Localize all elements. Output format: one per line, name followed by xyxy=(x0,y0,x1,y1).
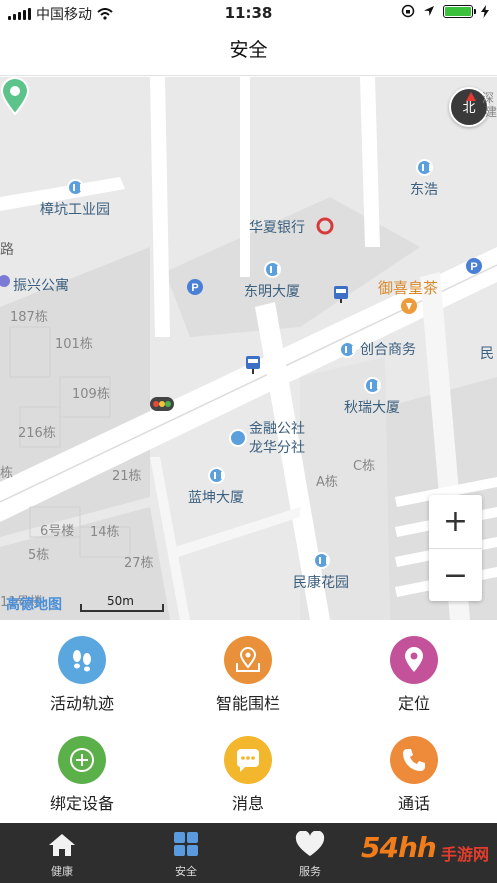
building-icon xyxy=(415,159,433,176)
watermark-sub: 手游网 xyxy=(440,845,489,864)
bank-icon xyxy=(316,217,334,235)
poi-qiurui-building[interactable]: 秋瑞大厦 xyxy=(344,377,400,417)
map-label-finance-2: 龙华分社 xyxy=(249,440,305,456)
poi-minkang-garden[interactable]: 民康花园 xyxy=(293,552,349,592)
bind-device-button[interactable]: 绑定设备 xyxy=(12,736,152,814)
tab-safety[interactable]: 安全 xyxy=(141,823,231,883)
location-pin-icon xyxy=(390,636,438,684)
feature-label: 通话 xyxy=(397,794,430,813)
building-icon xyxy=(229,429,247,447)
orientation-lock-icon xyxy=(401,4,415,18)
building-icon xyxy=(312,552,330,569)
tab-label: 服务 xyxy=(299,865,321,878)
zoom-in-button[interactable]: + xyxy=(429,495,482,548)
map-label-5: 5栋 xyxy=(28,548,50,563)
building-icon xyxy=(263,261,281,278)
tab-label: 安全 xyxy=(175,865,197,878)
tab-label: 健康 xyxy=(51,865,73,878)
page-title: 安全 xyxy=(229,39,268,61)
call-button[interactable]: 通话 xyxy=(344,736,484,814)
footprints-icon xyxy=(58,636,106,684)
svg-text:P: P xyxy=(470,261,477,273)
grid-icon xyxy=(141,823,231,857)
battery-icon xyxy=(443,4,476,18)
map-label-21: 21栋 xyxy=(112,469,142,484)
map-label-187: 187栋 xyxy=(10,310,48,325)
feature-label: 绑定设备 xyxy=(49,794,114,813)
map-logo: 高德地图 xyxy=(6,597,62,613)
poi-zhangkeng-industrial-park[interactable]: 樟坑工业园 xyxy=(40,179,110,219)
traffic-light-icon xyxy=(150,397,174,411)
poi-lankun-building[interactable]: 蓝坤大厦 xyxy=(188,467,244,507)
map-label-road: 路 xyxy=(0,242,14,258)
chat-bubble-icon xyxy=(224,736,272,784)
map-label-27: 27栋 xyxy=(124,556,154,571)
poi-chuanghe-business[interactable]: 创合商务 xyxy=(339,339,416,359)
phone-icon xyxy=(390,736,438,784)
location-arrow-icon xyxy=(424,6,434,16)
map-label-6: 6号楼 xyxy=(40,524,75,539)
scale-label: 50m xyxy=(107,594,134,608)
poi-dongming-building[interactable]: 东明大厦 xyxy=(244,261,300,301)
zoom-out-button[interactable]: − xyxy=(429,548,482,601)
zoom-controls: + − xyxy=(429,495,482,601)
watermark-text: 54hh xyxy=(361,831,437,864)
building-icon xyxy=(339,340,356,358)
feature-label: 消息 xyxy=(231,794,264,813)
status-right xyxy=(401,4,489,18)
tab-service[interactable]: 服务 xyxy=(265,823,355,883)
device-location-marker[interactable] xyxy=(0,77,30,115)
tea-shop-icon xyxy=(401,298,417,314)
map-label-109: 109栋 xyxy=(72,387,110,402)
feature-label: 智能围栏 xyxy=(215,694,280,713)
map-label-min: 民 xyxy=(480,346,494,362)
nav-header: 安全 xyxy=(0,26,497,76)
building-icon xyxy=(66,179,84,196)
map-label-a: A栋 xyxy=(316,475,338,490)
plus-circle-icon xyxy=(58,736,106,784)
map-label-14: 14栋 xyxy=(90,525,120,540)
charging-icon xyxy=(481,4,489,18)
parking-icon: P xyxy=(187,279,203,295)
map-label-101: 101栋 xyxy=(55,337,93,352)
apartment-icon xyxy=(0,275,10,287)
home-icon xyxy=(17,823,107,857)
tab-health[interactable]: 健康 xyxy=(17,823,107,883)
map-label-finance-1: 金融公社 xyxy=(249,421,305,437)
building-icon xyxy=(207,467,225,484)
locate-button[interactable]: 定位 xyxy=(344,636,484,714)
building-icon xyxy=(363,377,381,394)
bus-stop-icon xyxy=(334,286,348,303)
svg-text:P: P xyxy=(191,282,198,294)
map-label-tea: 御喜皇茶 xyxy=(378,279,439,297)
activity-track-button[interactable]: 活动轨迹 xyxy=(12,636,152,714)
heart-icon xyxy=(265,823,355,857)
messages-button[interactable]: 消息 xyxy=(178,736,318,814)
feature-label: 定位 xyxy=(397,694,430,713)
status-bar: 中国移动 11:38 xyxy=(0,0,497,26)
poi-donghao[interactable]: 东浩 xyxy=(410,159,438,199)
map-label-edge: 栋 xyxy=(0,466,14,481)
bus-stop-icon xyxy=(246,356,260,374)
map-label-c: C栋 xyxy=(353,459,376,474)
map-label-apartment: 振兴公寓 xyxy=(13,278,69,294)
map-label-216: 216栋 xyxy=(18,426,56,441)
smart-fence-button[interactable]: 智能围栏 xyxy=(178,636,318,714)
map-view[interactable]: 北 深 建 樟坑工业园 东浩 华夏银行 路 振兴公寓 东明大厦 P P 御喜皇茶… xyxy=(0,77,497,620)
fence-icon xyxy=(224,636,272,684)
map-label-bank: 华夏银行 xyxy=(249,220,305,236)
feature-label: 活动轨迹 xyxy=(49,694,114,713)
feature-grid: 活动轨迹 智能围栏 定位 绑定设备 消息 通话 xyxy=(0,620,497,823)
site-watermark: 54hh 手游网 xyxy=(347,823,497,883)
parking-icon: P xyxy=(466,258,482,274)
map-label-corner2: 建 xyxy=(485,105,497,119)
tab-bar: 健康 安全 服务 54hh 手游网 xyxy=(0,823,497,883)
